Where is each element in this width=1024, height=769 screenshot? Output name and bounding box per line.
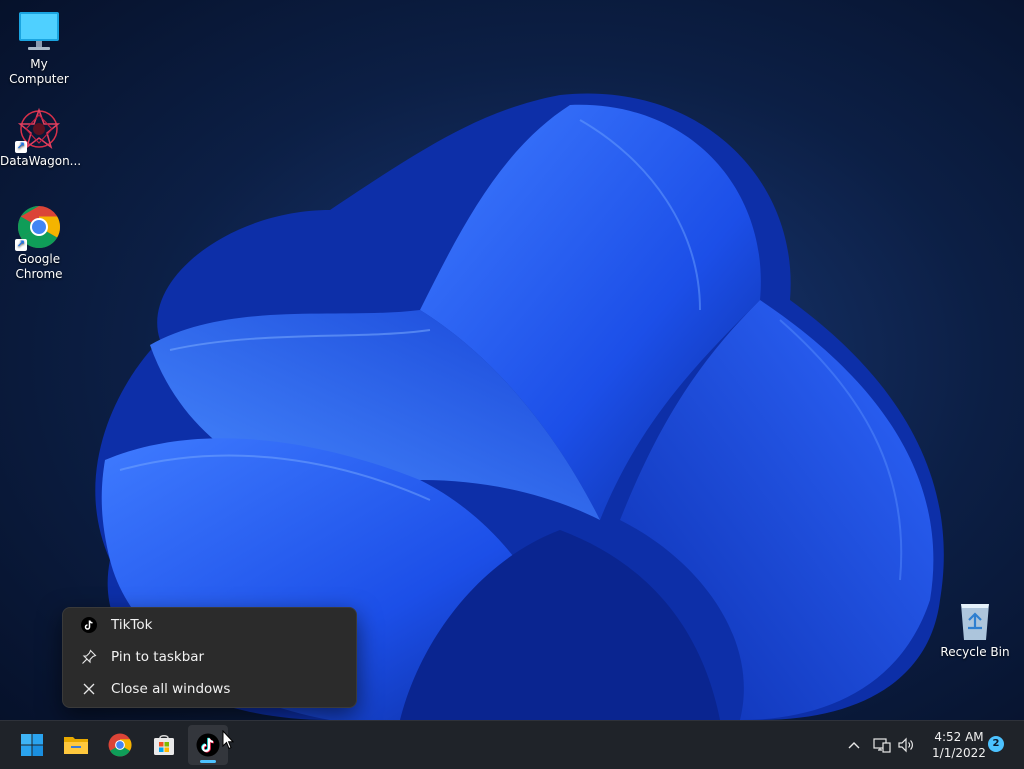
desktop-icon-google-chrome[interactable]: ↗ Google Chrome: [0, 205, 78, 282]
taskbar-file-explorer[interactable]: [56, 725, 96, 765]
network-icon: [873, 738, 891, 753]
recycle-bin-icon: [953, 598, 997, 642]
folder-icon: [64, 737, 88, 754]
desktop-icon-label: Google Chrome: [15, 252, 63, 281]
chevron-up-icon: [848, 742, 860, 749]
desktop-icon-datawagon[interactable]: ↗ DataWagon...: [0, 107, 82, 169]
clock-time: 4:52 AM: [934, 730, 984, 744]
close-icon: [77, 680, 101, 698]
menu-item-pin-to-taskbar[interactable]: Pin to taskbar: [67, 642, 352, 672]
taskbar-microsoft-store[interactable]: [144, 725, 184, 765]
chrome-icon: [108, 733, 132, 757]
tiktok-icon: [77, 616, 101, 634]
desktop-icon-my-computer[interactable]: My Computer: [0, 10, 78, 87]
menu-item-label: TikTok: [111, 617, 153, 633]
desktop-icon-recycle-bin[interactable]: Recycle Bin: [936, 598, 1014, 660]
speaker-icon: [898, 737, 913, 753]
start-button[interactable]: [12, 725, 52, 765]
show-hidden-icons-button[interactable]: [842, 721, 866, 769]
running-indicator: [200, 760, 216, 763]
menu-item-label: Pin to taskbar: [111, 649, 205, 665]
windows-start-icon: [21, 734, 43, 756]
network-button[interactable]: [870, 721, 894, 769]
volume-button[interactable]: [894, 721, 918, 769]
mouse-cursor-icon: [222, 730, 234, 750]
tiktok-icon: [196, 733, 220, 757]
datawagon-logo-icon: ↗: [15, 107, 61, 153]
monitor-icon: [17, 10, 61, 54]
menu-item-close-all-windows[interactable]: Close all windows: [67, 674, 352, 704]
notification-badge[interactable]: 2: [988, 736, 1004, 752]
clock-date: 1/1/2022: [932, 746, 986, 760]
taskbar-jump-list: TikTok Pin to taskbar Close all windows: [62, 607, 357, 708]
shortcut-arrow-icon: ↗: [15, 141, 27, 153]
chrome-icon: ↗: [15, 205, 61, 251]
desktop-icon-label: Recycle Bin: [940, 645, 1010, 659]
desktop-icon-label: My Computer: [9, 57, 69, 86]
menu-item-tiktok[interactable]: TikTok: [67, 610, 352, 640]
taskbar: 4:52 AM 1/1/2022: [0, 720, 1024, 769]
desktop-icon-label: DataWagon...: [0, 154, 82, 168]
store-icon: [154, 735, 174, 755]
shortcut-arrow-icon: ↗: [15, 239, 27, 251]
taskbar-google-chrome[interactable]: [100, 725, 140, 765]
taskbar-clock[interactable]: 4:52 AM 1/1/2022: [928, 729, 990, 761]
pin-icon: [77, 648, 101, 666]
menu-item-label: Close all windows: [111, 681, 231, 697]
